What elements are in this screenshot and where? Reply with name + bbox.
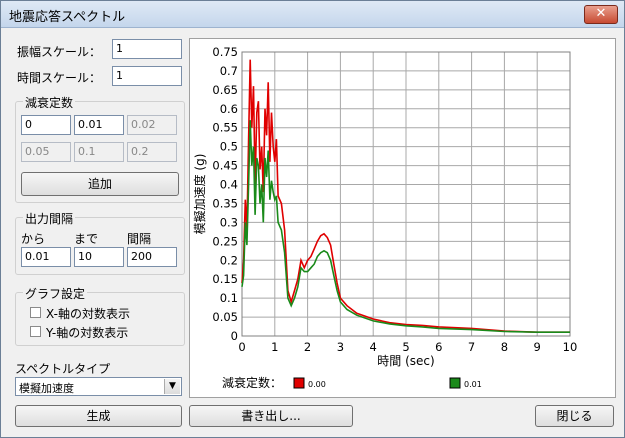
y-tick-label: 0.3 — [220, 215, 238, 229]
y-tick-label: 0.55 — [212, 121, 238, 135]
damping-value-6: 0.2 — [127, 142, 177, 162]
x-tick-label: 5 — [402, 340, 409, 354]
chart-panel: 0 0.05 0.1 0.15 0.2 0.25 0.3 0.35 0.4 0.45 0.5 0.55… — [189, 38, 616, 398]
damping-value-1[interactable]: 0 — [21, 115, 71, 135]
export-button[interactable]: 書き出し... — [189, 405, 353, 427]
damping-value-2[interactable]: 0.01 — [74, 115, 124, 135]
x-tick-label: 1 — [271, 340, 278, 354]
x-axis-title: 時間 (sec) — [377, 354, 434, 368]
legend-entry-0-00: 0.00 — [308, 380, 326, 389]
y-tick-label: 0.75 — [212, 45, 238, 59]
add-damping-button[interactable]: 追加 — [21, 172, 179, 196]
y-tick-label: 0.2 — [220, 253, 238, 267]
y-tick-label: 0.45 — [212, 159, 238, 173]
amp-scale-label: 振幅スケール： — [17, 45, 102, 59]
y-axis-title: 模擬加速度 (g) — [192, 154, 207, 235]
chevron-down-icon[interactable]: ▼ — [164, 379, 180, 394]
y-log-label: Y-軸の対数表示 — [46, 326, 129, 340]
x-tick-label: 7 — [468, 340, 475, 354]
spectrum-type-value: 模擬加速度 — [19, 382, 74, 395]
spectrum-type-label: スペクトルタイプ — [15, 362, 111, 376]
legend-label: 減衰定数： — [222, 375, 282, 390]
x-tick-label: 0 — [238, 340, 245, 354]
close-button[interactable]: 閉じる — [535, 405, 614, 427]
interval-input[interactable]: 200 — [127, 247, 177, 267]
x-tick-label: 4 — [370, 340, 377, 354]
graph-settings-title: グラフ設定 — [23, 285, 88, 302]
y-tick-label: 0.6 — [220, 102, 238, 116]
time-scale-input[interactable]: 1 — [112, 66, 182, 86]
interval-label: 間隔 — [127, 232, 152, 246]
spectrum-chart: 0 0.05 0.1 0.15 0.2 0.25 0.3 0.35 0.4 0.45 0.5 0.55… — [192, 45, 578, 390]
x-tick-label: 3 — [337, 340, 344, 354]
amp-scale-input[interactable]: 1 — [112, 39, 182, 59]
damping-group-title: 減衰定数 — [23, 94, 76, 111]
to-input[interactable]: 10 — [74, 247, 124, 267]
y-tick-label: 0.65 — [212, 83, 238, 97]
damping-value-3: 0.02 — [127, 115, 177, 135]
from-input[interactable]: 0.01 — [21, 247, 71, 267]
y-tick-label: 0.4 — [220, 178, 238, 192]
y-tick-label: 0.5 — [220, 140, 238, 154]
title-bar: 地震応答スペクトル ✕ — [1, 1, 624, 28]
y-tick-label: 0 — [231, 329, 238, 343]
y-tick-label: 0.7 — [220, 64, 238, 78]
x-log-checkbox[interactable] — [30, 307, 41, 318]
y-tick-label: 0.05 — [212, 310, 238, 324]
spectrum-window: 地震応答スペクトル ✕ 振幅スケール： 1 時間スケール： 1 減衰定数 0 0… — [0, 0, 625, 438]
x-tick-label: 8 — [501, 340, 508, 354]
y-tick-label: 0.25 — [212, 234, 238, 248]
y-tick-label: 0.35 — [212, 196, 238, 210]
generate-button[interactable]: 生成 — [15, 405, 182, 427]
x-tick-label: 10 — [563, 340, 578, 354]
y-tick-label: 0.1 — [220, 291, 238, 305]
window-close-button[interactable]: ✕ — [584, 5, 618, 24]
time-scale-label: 時間スケール： — [17, 71, 102, 85]
legend-swatch-0-00 — [293, 377, 305, 389]
x-tick-label: 9 — [534, 340, 541, 354]
x-log-label: X-軸の対数表示 — [46, 307, 130, 321]
x-tick-label: 6 — [435, 340, 442, 354]
output-interval-title: 出力間隔 — [23, 210, 76, 227]
to-label: まで — [74, 232, 99, 246]
x-tick-label: 2 — [304, 340, 311, 354]
damping-value-5: 0.1 — [74, 142, 124, 162]
y-tick-label: 0.15 — [212, 272, 238, 286]
from-label: から — [21, 232, 46, 246]
window-title: 地震応答スペクトル — [9, 10, 126, 25]
spectrum-type-select[interactable]: 模擬加速度 ▼ — [15, 377, 182, 396]
close-icon: ✕ — [595, 6, 607, 21]
y-log-checkbox[interactable] — [30, 326, 41, 337]
legend-entry-0-01: 0.01 — [464, 380, 482, 389]
damping-value-4: 0.05 — [21, 142, 71, 162]
legend-swatch-0-01 — [449, 377, 461, 389]
